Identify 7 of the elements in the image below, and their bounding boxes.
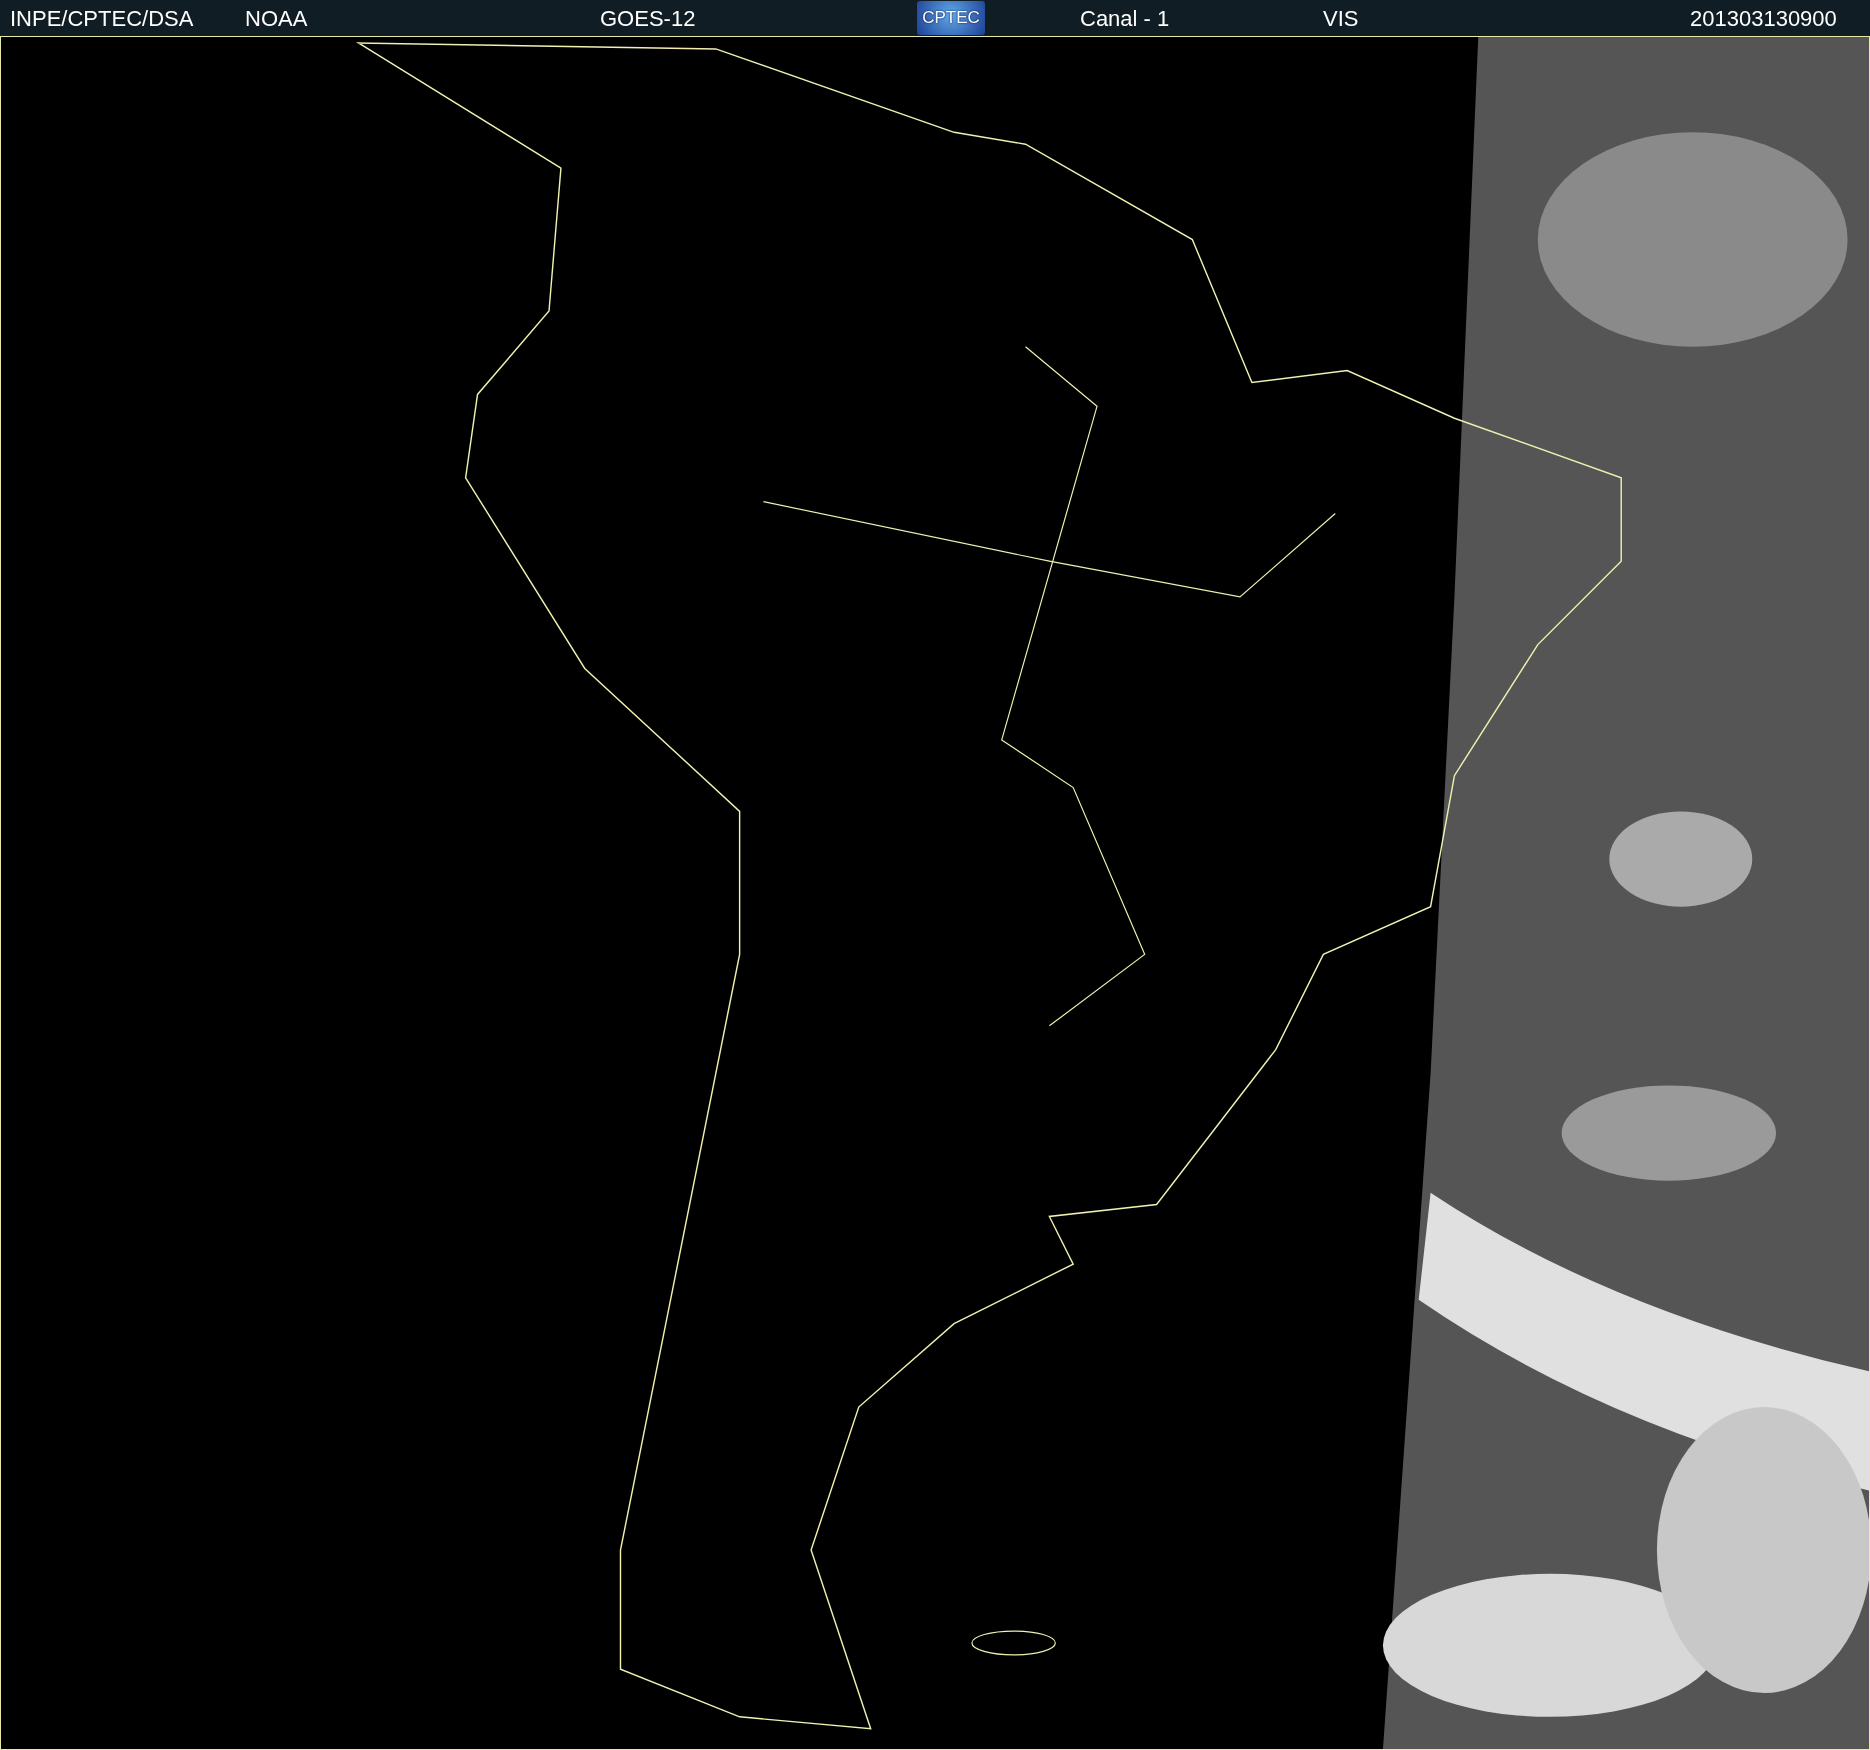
band-label: VIS [1323,6,1359,32]
channel-label: Canal - 1 [1080,6,1170,32]
agency-label: INPE/CPTEC/DSA [10,6,194,32]
logo: CPTEC [917,1,985,35]
source-label: NOAA [245,6,308,32]
timestamp-label: 201303130900 [1690,6,1837,32]
satellite-label: GOES-12 [600,6,696,32]
